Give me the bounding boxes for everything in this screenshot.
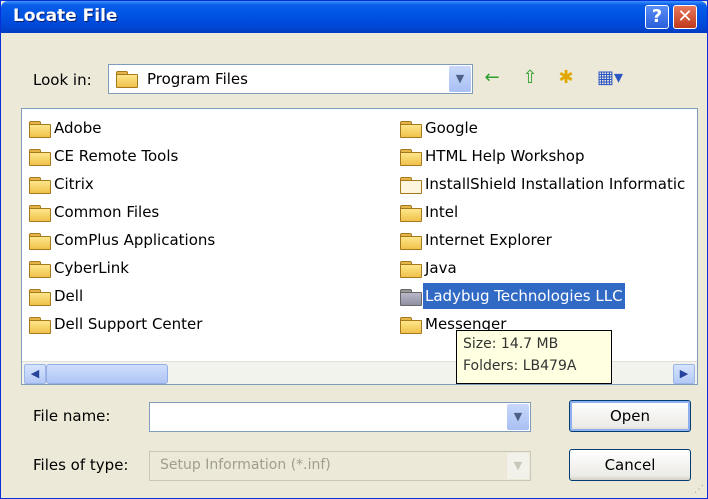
scroll-right-icon[interactable]: ▶ — [673, 364, 695, 384]
list-item-label: Ladybug Technologies LLC — [423, 283, 625, 309]
folder-icon — [399, 317, 423, 334]
resize-grip-icon[interactable]: ⋰ — [694, 484, 704, 495]
folder-icon — [28, 177, 52, 194]
look-in-label: Look in: — [33, 71, 92, 89]
window-title: Locate File — [13, 6, 118, 26]
chevron-down-icon[interactable]: ▼ — [507, 404, 529, 430]
folder-icon — [28, 233, 52, 250]
folder-icon — [399, 177, 423, 194]
list-item-label: CyberLink — [54, 259, 129, 277]
folder-icon — [28, 121, 52, 138]
folder-icon — [28, 289, 52, 306]
folder-icon — [115, 71, 139, 88]
list-item-label: ComPlus Applications — [54, 231, 216, 249]
up-folder-icon[interactable]: ⇧ — [517, 65, 543, 91]
list-item-label: Adobe — [54, 119, 102, 137]
cancel-button[interactable]: Cancel — [569, 449, 691, 481]
help-button[interactable]: ? — [645, 5, 669, 29]
files-of-type-label: Files of type: — [33, 456, 129, 474]
new-folder-icon[interactable]: ✱ — [553, 65, 579, 91]
look-in-value: Program Files — [147, 70, 248, 88]
close-button[interactable]: ✕ — [673, 5, 697, 29]
file-name-field[interactable]: ▼ — [149, 402, 531, 432]
list-item-label: InstallShield Installation Informatic — [425, 175, 686, 193]
tooltip-folders: Folders: LB479A — [463, 358, 577, 374]
locate-file-dialog: Locate File ? ✕ Look in: Program Files ▼… — [0, 0, 708, 499]
folder-icon — [28, 317, 52, 334]
list-item-label: Citrix — [54, 175, 94, 193]
folder-icon — [399, 149, 423, 166]
folder-tooltip: Size: 14.7 MB Folders: LB479A — [456, 330, 612, 384]
look-in-dropdown[interactable]: Program Files ▼ — [108, 64, 473, 94]
list-item-label: CE Remote Tools — [54, 147, 179, 165]
list-item-label: Intel — [425, 203, 459, 221]
file-name-label: File name: — [33, 407, 111, 425]
folder-icon — [399, 121, 423, 138]
folder-icon — [399, 289, 423, 306]
folder-icon — [399, 205, 423, 222]
list-item-label: Common Files — [54, 203, 160, 221]
folder-icon — [399, 233, 423, 250]
scroll-left-icon[interactable]: ◀ — [24, 364, 46, 384]
folder-icon — [28, 149, 52, 166]
list-item-label: Java — [425, 259, 457, 277]
files-of-type-select: Setup Information (*.inf) ▼ — [149, 451, 531, 481]
folder-icon — [28, 261, 52, 278]
scroll-thumb[interactable] — [46, 364, 168, 384]
chevron-down-icon: ▼ — [507, 453, 529, 479]
list-item-label: Google — [425, 119, 478, 137]
view-menu-icon[interactable]: ▦▾ — [593, 65, 627, 91]
tooltip-size: Size: 14.7 MB — [463, 336, 559, 352]
open-button[interactable]: Open — [569, 400, 691, 432]
list-item-label: HTML Help Workshop — [425, 147, 585, 165]
list-item-label: Internet Explorer — [425, 231, 552, 249]
folder-icon — [399, 261, 423, 278]
chevron-down-icon[interactable]: ▼ — [449, 66, 471, 92]
list-item-label: Dell Support Center — [54, 315, 203, 333]
back-icon[interactable]: ← — [479, 65, 505, 91]
list-item-label: Dell — [54, 287, 84, 305]
title-bar[interactable]: Locate File ? ✕ — [1, 1, 707, 33]
folder-icon — [28, 205, 52, 222]
